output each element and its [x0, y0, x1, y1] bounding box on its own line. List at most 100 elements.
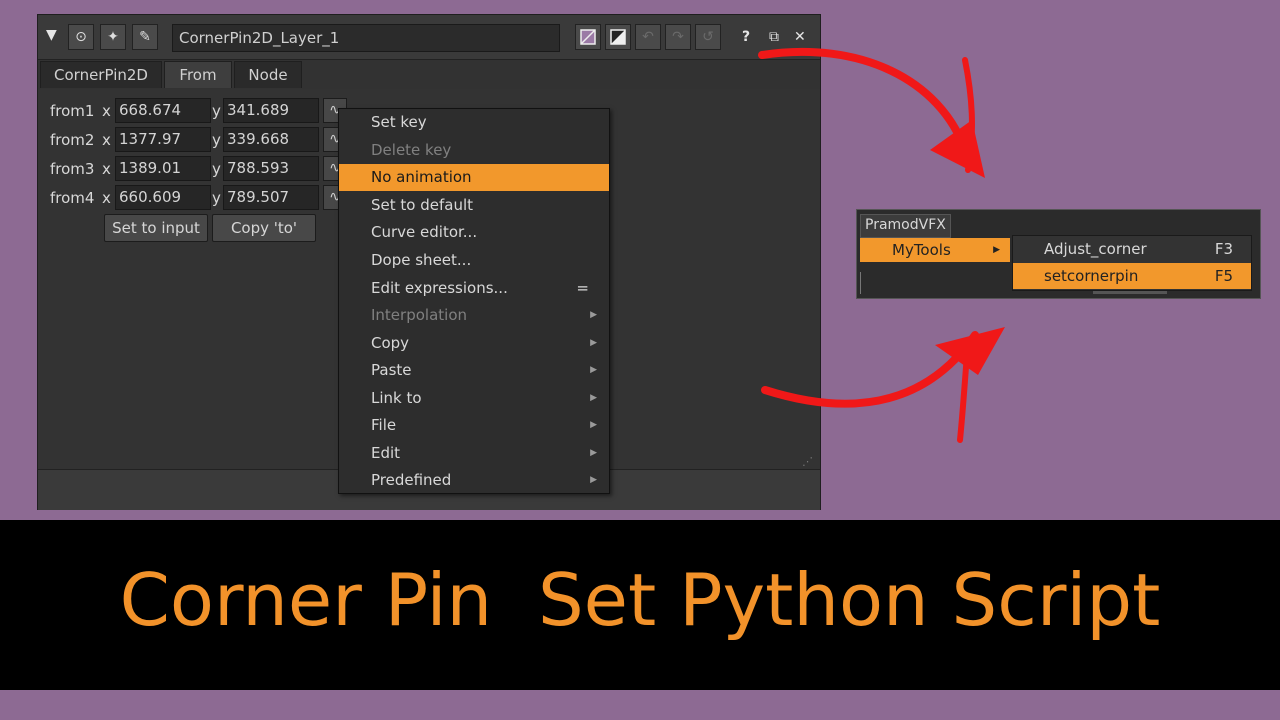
menu-item-label: MyTools [892, 241, 951, 259]
y-label: y [212, 189, 221, 207]
menu-item-curve-editor[interactable]: Curve editor... [339, 219, 609, 246]
menu-item-label: File [371, 416, 397, 434]
redo-icon: ↷ [672, 29, 684, 45]
from1-y-field[interactable]: 341.689 [223, 98, 319, 123]
set-to-input-button[interactable]: Set to input [104, 214, 208, 242]
knob-label: from2 [50, 131, 95, 149]
y-label: y [212, 131, 221, 149]
tab-cornerpin2d[interactable]: CornerPin2D [40, 61, 162, 88]
undo-button[interactable]: ↶ [635, 24, 661, 50]
wrench-icon: ✎ [139, 29, 151, 45]
y-label: y [212, 160, 221, 178]
menu-item-edit[interactable]: Edit ▶ [339, 440, 609, 467]
color-swatch-icon [580, 29, 596, 45]
redo-button[interactable]: ↷ [665, 24, 691, 50]
x-label: x [102, 160, 111, 178]
from3-x-field[interactable]: 1389.01 [115, 156, 211, 181]
menu-item-dope-sheet[interactable]: Dope sheet... [339, 247, 609, 274]
menu-item-set-key[interactable]: Set key [339, 109, 609, 136]
menu-item-delete-key: Delete key [339, 137, 609, 164]
submenu-arrow-icon: ▶ [590, 393, 597, 403]
x-label: x [102, 102, 111, 120]
knob-context-menu: Set key Delete key No animation Set to d… [338, 108, 610, 494]
from2-row: from2 x 1377.97 y 339.668 ∿ [38, 126, 358, 154]
collapse-triangle-icon[interactable]: ▼ [46, 27, 57, 43]
menu-shortcut: F3 [1214, 240, 1233, 258]
node-icon: ✦ [107, 29, 119, 45]
menu-item-label: Interpolation [371, 306, 467, 324]
menu-item-set-to-default[interactable]: Set to default [339, 192, 609, 219]
menu-item-label: Paste [371, 361, 412, 379]
from1-row: from1 x 668.674 y 341.689 ∿ [38, 97, 358, 125]
menu-item-interpolation: Interpolation ▶ [339, 302, 609, 329]
menu-item-edit-expressions[interactable]: Edit expressions... = [339, 275, 609, 302]
from2-y-field[interactable]: 339.668 [223, 127, 319, 152]
background-strip [860, 272, 1011, 294]
submenu-arrow-icon: ▶ [993, 245, 1000, 255]
from2-x-field[interactable]: 1377.97 [115, 127, 211, 152]
node-color-button[interactable]: ✦ [100, 24, 126, 50]
menu-item-label: Set key [371, 113, 427, 131]
menu-item-label: Predefined [371, 471, 452, 489]
undo-icon: ↶ [642, 29, 654, 45]
tab-bar: CornerPin2D From Node [38, 59, 820, 89]
menu-item-file[interactable]: File ▶ [339, 412, 609, 439]
submenu-arrow-icon: ▶ [590, 448, 597, 458]
menu-item-label: Link to [371, 389, 422, 407]
help-icon[interactable]: ? [742, 29, 750, 45]
node-name-field[interactable]: CornerPin2D_Layer_1 [172, 24, 560, 52]
menu-item-label: Copy [371, 334, 410, 352]
menu-item-label: Edit [371, 444, 401, 462]
menu-item-adjust-corner[interactable]: Adjust_corner F3 [1013, 236, 1251, 262]
menu-item-label: Dope sheet... [371, 251, 472, 269]
submenu-arrow-icon: ▶ [590, 310, 597, 320]
gl-color-button[interactable] [605, 24, 631, 50]
menu-item-label: Curve editor... [371, 223, 478, 241]
menu-item-label: Set to default [371, 196, 474, 214]
banner-title: Corner Pin Set Python Script [119, 558, 1161, 642]
menu-item-paste[interactable]: Paste ▶ [339, 357, 609, 384]
submenu-arrow-icon: ▶ [590, 365, 597, 375]
menu-item-mytools[interactable]: MyTools ▶ [860, 238, 1010, 262]
menubar-pramodvfx[interactable]: PramodVFX [860, 214, 951, 238]
panel-titlebar: ▼ ⊙ ✦ ✎ CornerPin2D_Layer_1 ↶ ↷ ↺ ? ⧉ ✕ [38, 15, 820, 60]
menu-item-link-to[interactable]: Link to ▶ [339, 385, 609, 412]
revert-button[interactable]: ↺ [695, 24, 721, 50]
from1-x-field[interactable]: 668.674 [115, 98, 211, 123]
close-icon[interactable]: ✕ [794, 29, 806, 45]
revert-icon: ↺ [702, 29, 714, 45]
submenu-arrow-icon: ▶ [590, 420, 597, 430]
menu-item-no-animation[interactable]: No animation [339, 164, 609, 191]
from4-y-field[interactable]: 789.507 [223, 185, 319, 210]
menu-item-predefined[interactable]: Predefined ▶ [339, 467, 609, 494]
tab-from[interactable]: From [164, 61, 232, 88]
from4-x-field[interactable]: 660.609 [115, 185, 211, 210]
menu-shortcut: = [576, 279, 589, 297]
submenu-arrow-icon: ▶ [590, 475, 597, 485]
y-label: y [212, 102, 221, 120]
menu-shortcut: F5 [1214, 267, 1233, 285]
settings-button[interactable]: ✎ [132, 24, 158, 50]
from3-y-field[interactable]: 788.593 [223, 156, 319, 181]
menu-item-label: No animation [371, 168, 472, 186]
x-label: x [102, 189, 111, 207]
menu-item-setcornerpin[interactable]: setcornerpin F5 [1013, 263, 1251, 289]
menu-item-label: Delete key [371, 141, 452, 159]
float-icon[interactable]: ⧉ [769, 29, 779, 45]
copy-to-button[interactable]: Copy 'to' [212, 214, 316, 242]
viewer-button[interactable]: ⊙ [68, 24, 94, 50]
tile-color-button[interactable] [575, 24, 601, 50]
knob-label: from4 [50, 189, 95, 207]
submenu-arrow-icon: ▶ [590, 338, 597, 348]
mytools-submenu: Adjust_corner F3 setcornerpin F5 [1012, 235, 1252, 291]
knob-label: from1 [50, 102, 95, 120]
tab-node[interactable]: Node [234, 61, 302, 88]
menu-item-label: Edit expressions... [371, 279, 508, 297]
x-label: x [102, 131, 111, 149]
custom-menu-snapshot: PramodVFX MyTools ▶ Read2 Adjust_corner … [856, 209, 1261, 299]
from4-row: from4 x 660.609 y 789.507 ∿ [38, 184, 358, 212]
color-swatch-2-icon [610, 29, 626, 45]
resize-grip-icon[interactable]: ⋰ [802, 455, 813, 468]
menu-item-copy[interactable]: Copy ▶ [339, 330, 609, 357]
title-banner: Corner Pin Set Python Script [0, 520, 1280, 690]
